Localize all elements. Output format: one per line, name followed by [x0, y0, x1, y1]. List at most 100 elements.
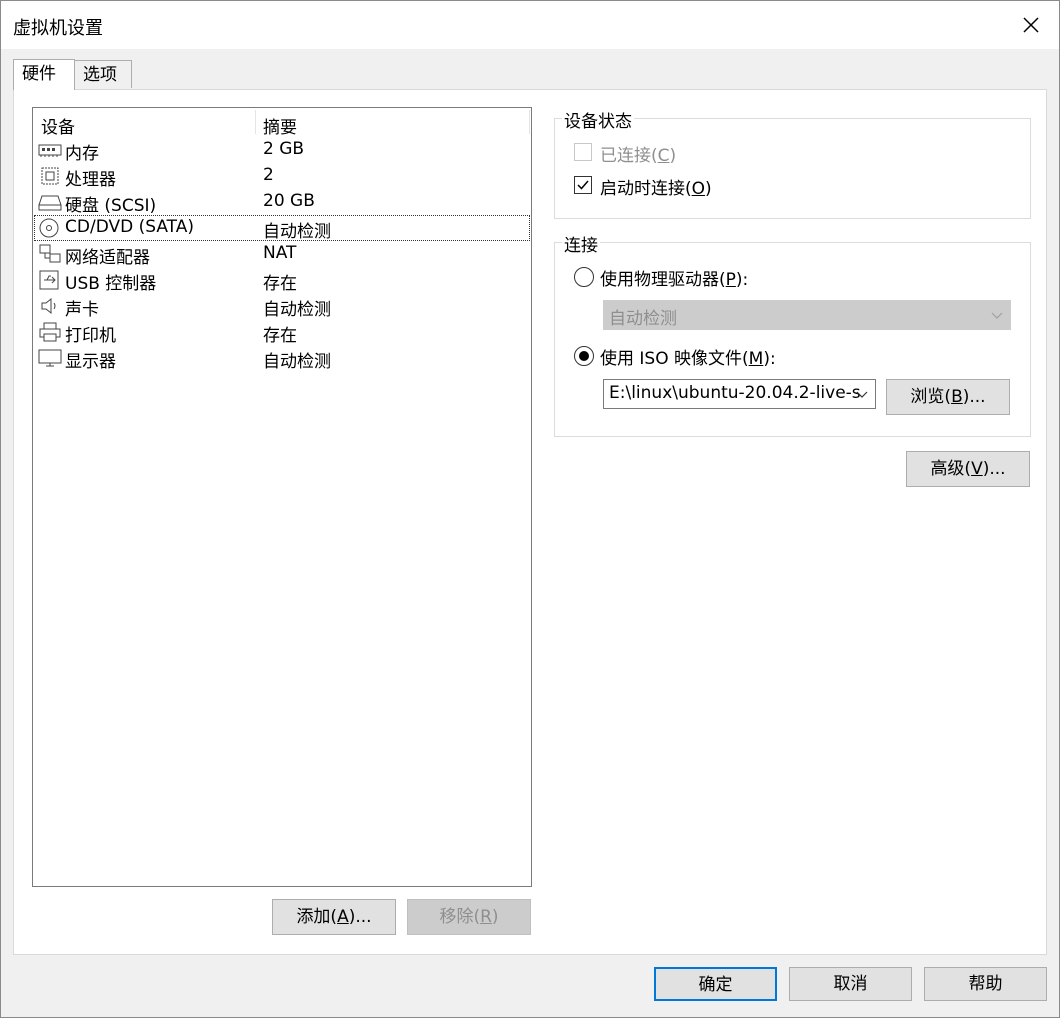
device-summary: 2	[263, 165, 274, 185]
add-suffix: )...	[348, 907, 372, 927]
device-summary: 自动检测	[263, 352, 331, 372]
connected-label: 已连接(C)	[600, 141, 676, 166]
chevron-down-icon	[990, 307, 1004, 321]
device-name: 网络适配器	[65, 248, 150, 268]
processor-icon	[38, 166, 62, 186]
physical-drive-select[interactable]: 自动检测	[603, 300, 1011, 330]
add-device-button[interactable]: 添加(A)...	[272, 899, 396, 935]
title-bar[interactable]: 虚拟机设置	[1, 1, 1059, 49]
connected-text: 已连接(	[600, 146, 658, 166]
speaker-icon	[38, 296, 62, 316]
physical-hotkey: P	[725, 270, 736, 290]
advanced-text: 高级(	[930, 459, 972, 479]
tab-hardware[interactable]: 硬件	[13, 59, 75, 90]
checkmark-icon	[577, 180, 589, 190]
tab-hardware-label: 硬件	[22, 64, 56, 84]
device-summary: 2 GB	[263, 139, 305, 159]
printer-icon	[38, 322, 62, 342]
iso-path-value: E:\linux\ubuntu-20.04.2-live-s	[609, 383, 861, 403]
device-name: 硬盘 (SCSI)	[65, 196, 157, 216]
device-list-header: 设备 摘要	[33, 108, 531, 138]
device-row-printer[interactable]: 打印机 存在	[35, 320, 529, 346]
physical-text: 使用物理驱动器(	[600, 270, 726, 290]
network-adapter-icon	[38, 244, 62, 264]
poweron-text: 启动时连接(	[600, 179, 692, 199]
connect-at-power-on-label: 启动时连接(O)	[600, 174, 712, 199]
device-row-usb-controller[interactable]: USB 控制器 存在	[35, 268, 529, 294]
physical-drive-value: 自动检测	[609, 309, 677, 329]
device-name: 内存	[65, 144, 99, 164]
cd-dvd-icon	[38, 218, 62, 238]
advanced-suffix: )...	[982, 459, 1006, 479]
remove-text: 移除(	[439, 907, 481, 927]
tab-options[interactable]: 选项	[74, 60, 132, 88]
device-row-network-adapter[interactable]: 网络适配器 NAT	[35, 242, 529, 268]
connected-hotkey: C	[657, 146, 670, 166]
device-name: 处理器	[65, 170, 116, 190]
browse-suffix: )...	[962, 387, 986, 407]
iso-path-combo[interactable]: E:\linux\ubuntu-20.04.2-live-s	[603, 379, 876, 409]
advanced-hotkey: V	[971, 459, 983, 479]
tab-options-label: 选项	[83, 65, 117, 85]
column-header-summary[interactable]: 摘要	[263, 113, 297, 138]
device-name: 显示器	[65, 352, 116, 372]
remove-suffix: )	[491, 907, 499, 927]
window-title: 虚拟机设置	[13, 18, 103, 39]
device-row-display[interactable]: 显示器 自动检测	[35, 346, 529, 372]
device-name: USB 控制器	[65, 274, 157, 294]
connected-checkbox[interactable]	[574, 143, 592, 161]
device-row-cd-dvd[interactable]: CD/DVD (SATA) 自动检测	[34, 215, 530, 242]
device-status-group	[554, 118, 1031, 219]
device-list[interactable]: 设备 摘要 内存 2 GB 处理器 2 硬盘 (SCSI) 20 GB CD/D…	[32, 107, 532, 887]
remove-device-button[interactable]: 移除(R)	[407, 899, 531, 935]
iso-image-radio[interactable]	[574, 346, 594, 366]
device-summary: 20 GB	[263, 191, 315, 211]
device-row-processor[interactable]: 处理器 2	[35, 164, 529, 190]
iso-hotkey: M	[748, 349, 764, 369]
device-row-sound-card[interactable]: 声卡 自动检测	[35, 294, 529, 320]
device-name: 声卡	[65, 300, 99, 320]
device-summary: NAT	[263, 243, 297, 263]
ok-button[interactable]: 确定	[654, 967, 777, 1001]
add-hotkey: A	[337, 907, 349, 927]
device-summary: 自动检测	[263, 300, 331, 320]
poweron-suffix: )	[705, 179, 712, 199]
monitor-icon	[38, 348, 62, 368]
usb-icon	[38, 270, 62, 290]
device-row-memory[interactable]: 内存 2 GB	[35, 138, 529, 164]
chevron-down-icon[interactable]	[855, 386, 869, 400]
cancel-button[interactable]: 取消	[789, 967, 912, 1001]
poweron-hotkey: O	[691, 179, 706, 199]
close-icon[interactable]	[1017, 11, 1045, 39]
help-button[interactable]: 帮助	[924, 967, 1047, 1001]
connection-title: 连接	[562, 231, 600, 256]
hard-disk-icon	[38, 192, 62, 212]
physical-drive-label: 使用物理驱动器(P):	[600, 265, 748, 290]
device-summary: 自动检测	[263, 222, 331, 242]
physical-drive-radio[interactable]	[574, 267, 594, 287]
column-divider	[529, 110, 530, 134]
column-header-device[interactable]: 设备	[41, 113, 75, 138]
iso-suffix: ):	[763, 349, 776, 369]
browse-text: 浏览(	[910, 387, 952, 407]
browse-hotkey: B	[951, 387, 963, 407]
iso-text: 使用 ISO 映像文件(	[600, 349, 749, 369]
connected-suffix: )	[669, 146, 677, 166]
device-name: 打印机	[65, 326, 116, 346]
iso-image-label: 使用 ISO 映像文件(M):	[600, 344, 776, 369]
radio-dot	[579, 351, 589, 361]
column-divider[interactable]	[255, 110, 256, 134]
connect-at-power-on-checkbox[interactable]	[574, 176, 592, 194]
remove-hotkey: R	[480, 907, 492, 927]
device-summary: 存在	[263, 274, 297, 294]
vm-settings-dialog: 虚拟机设置 硬件 选项 设备 摘要 内存 2 GB 处理器 2 硬盘 (SCSI…	[0, 0, 1060, 1018]
device-summary: 存在	[263, 326, 297, 346]
device-row-hard-disk[interactable]: 硬盘 (SCSI) 20 GB	[35, 190, 529, 216]
memory-icon	[38, 140, 62, 160]
browse-button[interactable]: 浏览(B)...	[886, 379, 1010, 415]
device-name: CD/DVD (SATA)	[65, 217, 194, 237]
add-text: 添加(	[296, 907, 338, 927]
device-status-title: 设备状态	[562, 107, 634, 132]
advanced-button[interactable]: 高级(V)...	[906, 451, 1030, 487]
physical-suffix: ):	[735, 270, 749, 290]
